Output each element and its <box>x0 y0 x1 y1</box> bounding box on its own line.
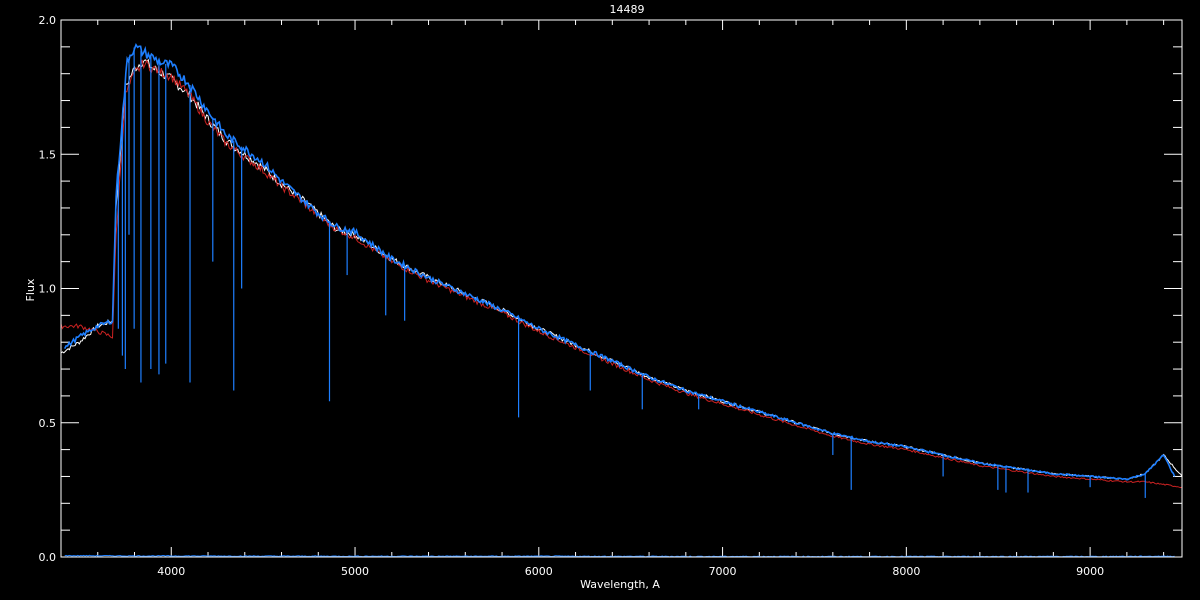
x-tick-label: 7000 <box>709 565 737 578</box>
chart-title: 14489 <box>610 3 645 16</box>
x-tick-label: 4000 <box>157 565 185 578</box>
spectrum-chart: 14489 Wavelength, A Flux 4000 5000 6000 700… <box>0 0 1200 600</box>
y-tick-label: 1.5 <box>39 148 57 161</box>
x-tick-label: 9000 <box>1076 565 1104 578</box>
y-axis-label: Flux <box>24 278 37 301</box>
chart-background <box>0 0 1200 600</box>
y-tick-label: 2.0 <box>39 14 57 27</box>
x-tick-label: 8000 <box>892 565 920 578</box>
x-tick-label: 5000 <box>341 565 369 578</box>
y-tick-label: 1.0 <box>39 283 57 296</box>
x-tick-label: 6000 <box>525 565 553 578</box>
x-axis-label: Wavelength, A <box>580 578 660 591</box>
y-tick-label: 0.5 <box>39 417 57 430</box>
y-tick-label: 0.0 <box>39 551 57 564</box>
